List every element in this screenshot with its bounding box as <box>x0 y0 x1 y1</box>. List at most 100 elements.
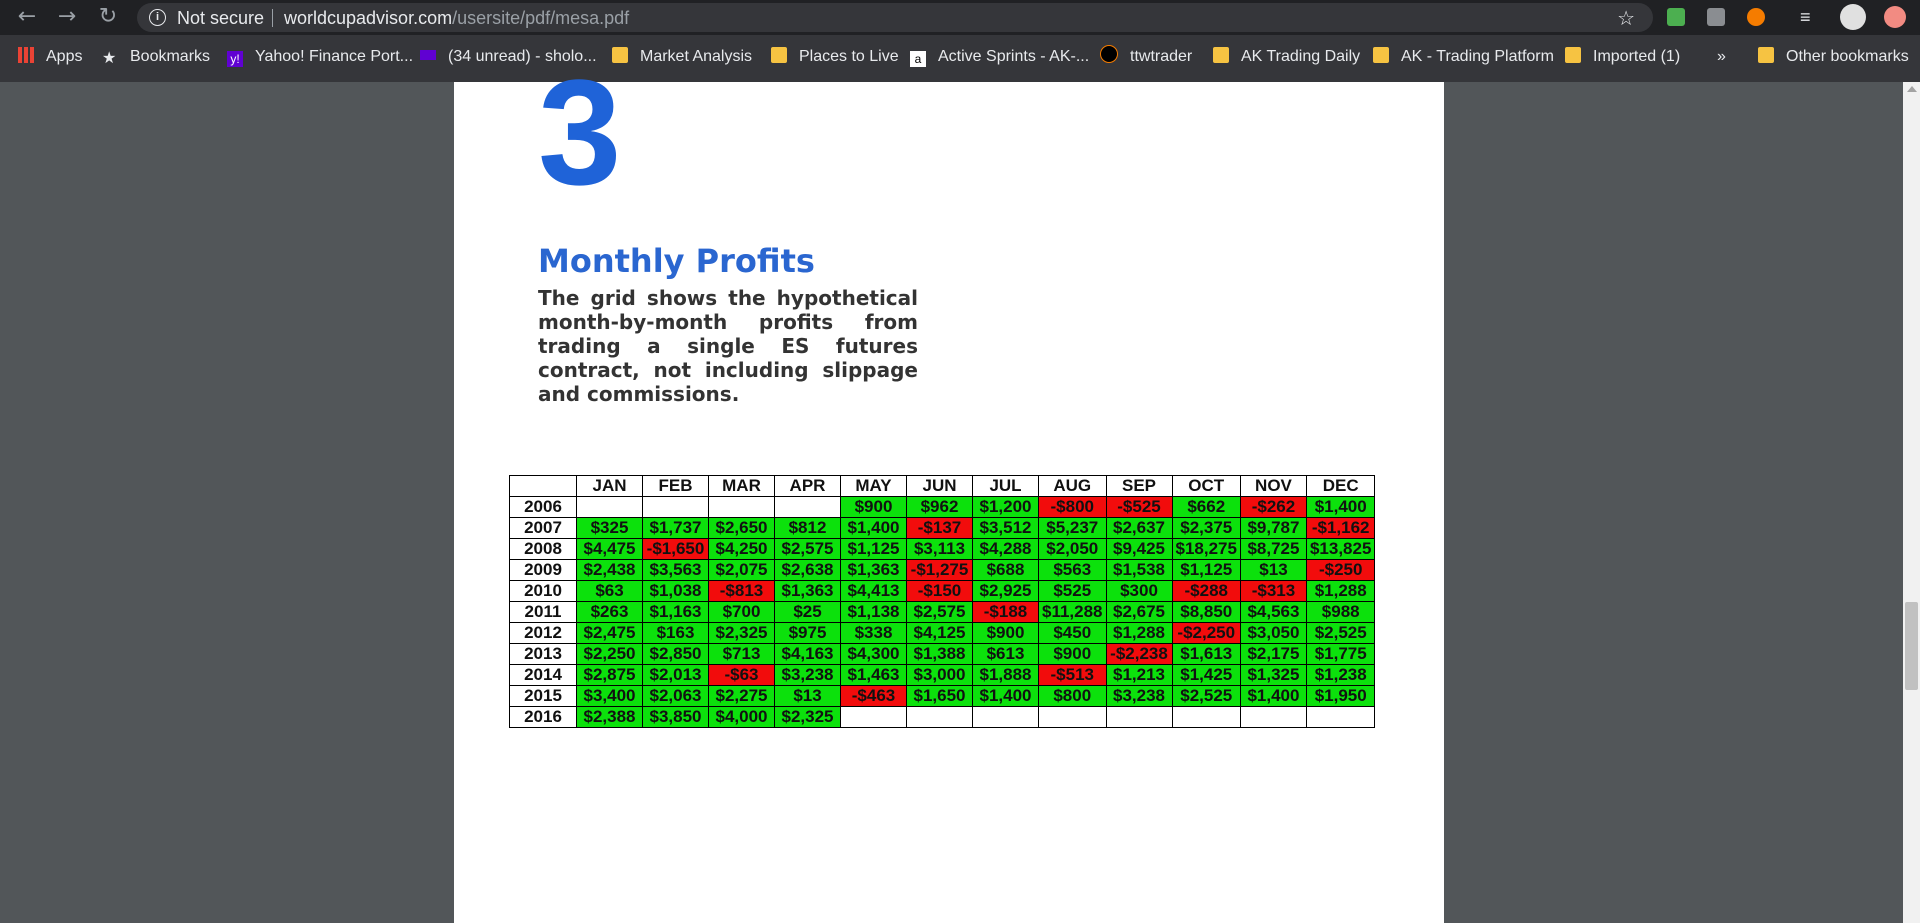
month-header: MAR <box>708 475 775 497</box>
security-label[interactable]: Not secure <box>177 8 264 29</box>
profit-cell: $2,388 <box>576 706 643 728</box>
profit-cell: $2,375 <box>1171 517 1241 539</box>
scroll-up-arrow-icon[interactable] <box>1907 86 1917 92</box>
month-header: JAN <box>576 475 643 497</box>
bookmark-market-analysis[interactable]: Market Analysis <box>612 45 752 69</box>
profit-cell: $1,650 <box>906 685 973 707</box>
table-row: 2014 $2,875 $2,013 -$63 $3,238 $1,463 $3,000 $1… <box>509 664 1376 686</box>
pdf-page: 3 Monthly Profits The grid shows the hyp… <box>454 48 1444 923</box>
section-title: Monthly Profits <box>538 242 815 280</box>
profit-cell: $3,563 <box>642 559 709 581</box>
section-number: 3 <box>538 48 622 216</box>
month-header: JUN <box>906 475 973 497</box>
profit-cell: $988 <box>1305 601 1376 623</box>
profit-cell <box>840 706 907 728</box>
profit-cell: $2,650 <box>708 517 775 539</box>
folder-icon <box>771 47 787 63</box>
star-icon: ★ <box>102 50 117 67</box>
profit-cell: $13,825 <box>1305 538 1376 560</box>
bookmark-places-to-live[interactable]: Places to Live <box>771 45 899 69</box>
media-controls-icon[interactable]: ≡ <box>1800 8 1818 26</box>
profit-cell: $1,238 <box>1305 664 1376 686</box>
profit-cell: $962 <box>906 496 973 518</box>
back-icon[interactable]: ← <box>14 4 40 30</box>
profit-cell: $1,363 <box>840 559 907 581</box>
bookmark-ak-trading-platform[interactable]: AK - Trading Platform <box>1373 45 1554 69</box>
bookmark-bookmarks[interactable]: ★ Bookmarks <box>102 45 210 69</box>
profile-avatar[interactable] <box>1840 4 1866 30</box>
reload-icon[interactable]: ↻ <box>95 4 121 30</box>
table-row: 2010 $63 $1,038 -$813 $1,363 $4,413 -$150 $2,92… <box>509 580 1376 602</box>
profit-cell: $900 <box>1038 643 1107 665</box>
profit-cell: $1,200 <box>972 496 1039 518</box>
bookmark-yahoo-finance[interactable]: y! Yahoo! Finance Port... <box>227 45 413 69</box>
bookmark-ttwtrader[interactable]: ttwtrader <box>1100 45 1192 69</box>
extension-gray-icon[interactable] <box>1707 8 1725 26</box>
bookmarks-overflow-button[interactable]: » <box>1717 45 1726 69</box>
address-bar[interactable]: i Not secure worldcupadvisor.com/usersit… <box>137 3 1653 32</box>
section-description: The grid shows the hypothetical month-by… <box>538 286 918 406</box>
profit-cell: $563 <box>1038 559 1107 581</box>
update-icon[interactable] <box>1884 6 1906 28</box>
profit-cell <box>1305 706 1376 728</box>
profit-cell: -$288 <box>1171 580 1241 602</box>
info-icon[interactable]: i <box>149 9 166 26</box>
bookmark-label: Apps <box>46 48 83 65</box>
bookmark-imported[interactable]: Imported (1) <box>1565 45 1680 69</box>
profit-cell: $3,400 <box>576 685 643 707</box>
profit-cell: $263 <box>576 601 643 623</box>
bookmark-apps[interactable]: Apps <box>18 45 82 69</box>
profit-cell: $4,125 <box>906 622 973 644</box>
year-cell: 2008 <box>509 538 577 560</box>
profit-cell: $1,138 <box>840 601 907 623</box>
bookmark-other-bookmarks[interactable]: Other bookmarks <box>1758 45 1909 69</box>
forward-icon[interactable]: → <box>54 4 80 30</box>
folder-icon <box>1758 47 1774 63</box>
table-row: 2008 $4,475 -$1,650 $4,250 $2,575 $1,125 $3,11… <box>509 538 1376 560</box>
year-cell: 2006 <box>509 496 577 518</box>
year-cell: 2015 <box>509 685 577 707</box>
profit-cell: $713 <box>708 643 775 665</box>
profit-cell: $325 <box>576 517 643 539</box>
profit-cell: $13 <box>1239 559 1307 581</box>
profit-cell: $3,238 <box>1105 685 1173 707</box>
profit-cell: $1,737 <box>642 517 709 539</box>
bookmark-ak-trading-daily[interactable]: AK Trading Daily <box>1213 45 1360 69</box>
extension-drive-icon[interactable] <box>1667 8 1685 26</box>
url-host: worldcupadvisor.com <box>284 8 453 28</box>
profit-cell: -$313 <box>1239 580 1307 602</box>
profit-cell: $2,075 <box>708 559 775 581</box>
profit-cell: $3,000 <box>906 664 973 686</box>
profit-cell: -$262 <box>1239 496 1307 518</box>
profit-cell: -$1,162 <box>1305 517 1376 539</box>
profit-cell: $450 <box>1038 622 1107 644</box>
profit-cell: $2,638 <box>774 559 841 581</box>
month-header: JUL <box>972 475 1039 497</box>
scroll-thumb[interactable] <box>1905 602 1918 690</box>
vertical-scrollbar[interactable] <box>1903 82 1920 923</box>
profit-cell: $4,300 <box>840 643 907 665</box>
profit-cell: -$2,238 <box>1105 643 1173 665</box>
profit-cell: -$188 <box>972 601 1039 623</box>
extension-chart-icon[interactable] <box>1747 8 1765 26</box>
month-header: APR <box>774 475 841 497</box>
table-row: 2011 $263 $1,163 $700 $25 $1,138 $2,575 -$188 $1… <box>509 601 1376 623</box>
folder-icon <box>1373 47 1389 63</box>
profit-cell <box>576 496 643 518</box>
profit-cell: $1,125 <box>840 538 907 560</box>
profit-cell: $1,163 <box>642 601 709 623</box>
profit-cell: $1,363 <box>774 580 841 602</box>
profit-cell: -$63 <box>708 664 775 686</box>
url-text[interactable]: worldcupadvisor.com/usersite/pdf/mesa.pd… <box>284 8 629 29</box>
profit-cell: $2,438 <box>576 559 643 581</box>
bookmark-label: Yahoo! Finance Port... <box>255 48 414 65</box>
table-row: 2009 $2,438 $3,563 $2,075 $2,638 $1,363 -$1,27… <box>509 559 1376 581</box>
profit-cell: $2,675 <box>1105 601 1173 623</box>
month-header: NOV <box>1239 475 1307 497</box>
profit-cell: $4,163 <box>774 643 841 665</box>
year-cell: 2009 <box>509 559 577 581</box>
profit-cell: $2,525 <box>1305 622 1376 644</box>
bookmark-active-sprints[interactable]: a Active Sprints - AK-... <box>910 45 1089 69</box>
profit-cell <box>972 706 1039 728</box>
bookmark-star-icon[interactable]: ☆ <box>1617 6 1635 30</box>
